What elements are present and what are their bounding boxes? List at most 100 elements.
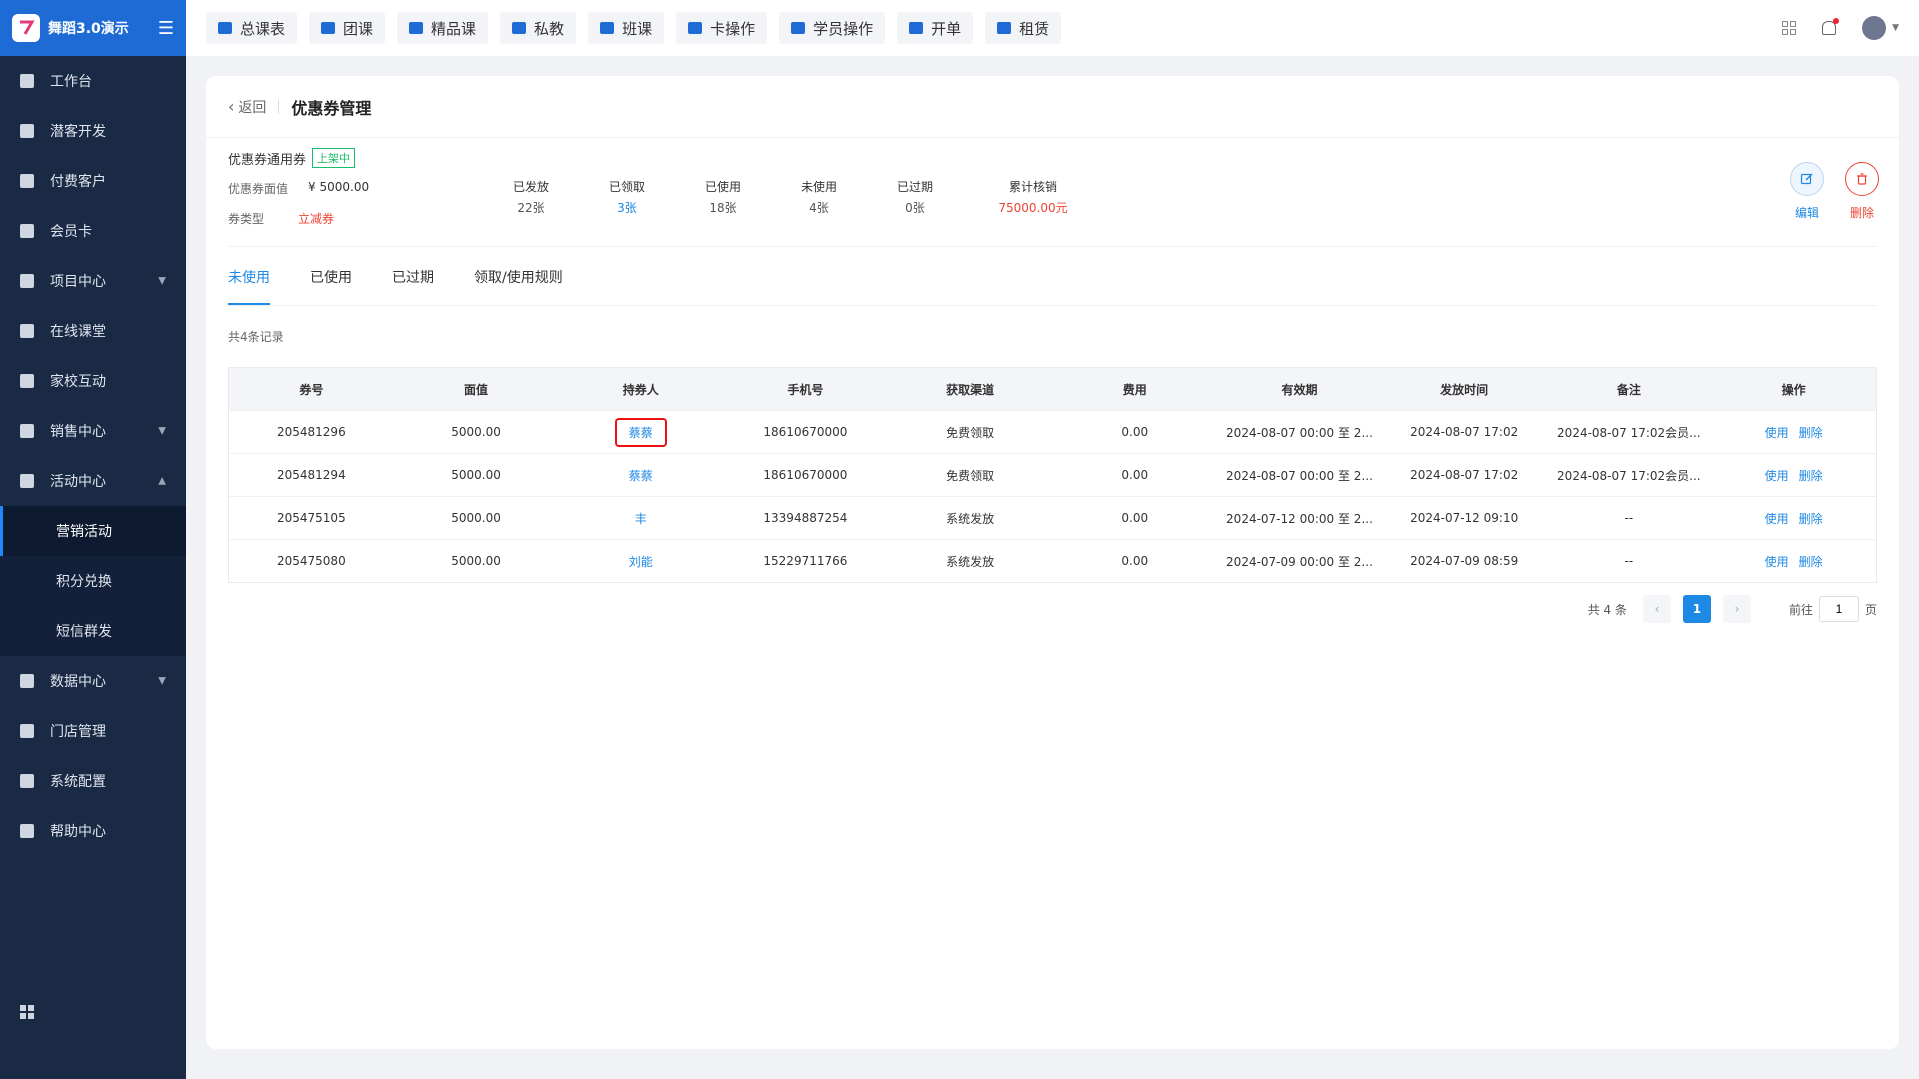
delete-link[interactable]: 删除	[1799, 512, 1823, 526]
pie-chart-icon	[20, 674, 34, 688]
cell-value: 5000.00	[393, 410, 559, 454]
cell-code: 205475105	[229, 496, 394, 540]
top-tab-label: 学员操作	[813, 19, 874, 38]
next-page-button[interactable]: ›	[1722, 595, 1751, 623]
cell-channel: 免费领取	[887, 410, 1053, 454]
stat-value[interactable]: 3张	[587, 199, 667, 216]
tab-rules[interactable]: 领取/使用规则	[474, 267, 563, 305]
column-header: 获取渠道	[887, 368, 1053, 411]
cell-value: 5000.00	[393, 539, 559, 582]
column-header: 备注	[1546, 368, 1712, 411]
delete-link[interactable]: 删除	[1799, 469, 1823, 483]
trash-icon	[1845, 162, 1879, 196]
sidebar-item-label: 付费客户	[50, 174, 106, 190]
sidebar-item-member-card[interactable]: 会员卡	[0, 206, 186, 256]
top-tab-group-class[interactable]: 团课	[309, 12, 386, 44]
sidebar-subitem-marketing[interactable]: 营销活动	[0, 506, 186, 556]
tab-used[interactable]: 已使用	[310, 267, 352, 305]
top-tab-label: 精品课	[431, 19, 477, 38]
status-badge: 上架中	[312, 148, 356, 168]
prev-page-button[interactable]: ‹	[1642, 595, 1671, 623]
building-icon	[997, 22, 1012, 34]
cell-note: 2024-08-07 17:02会员...	[1546, 453, 1712, 497]
sidebar-subitem-sms[interactable]: 短信群发	[0, 606, 186, 656]
content-panel: ‹ 返回 优惠券管理 优惠券通用券 上架中 优惠券面值 ¥ 5000.00 券类…	[206, 76, 1899, 1049]
use-link[interactable]: 使用	[1765, 512, 1789, 526]
delete-link[interactable]: 删除	[1799, 555, 1823, 569]
holder-link[interactable]: 丰	[558, 496, 724, 540]
tab-expired[interactable]: 已过期	[392, 267, 434, 305]
stat-label: 已使用	[704, 180, 741, 194]
top-bar: 总课表 团课 精品课 私教 班课 卡操作 学员操作 开单 租赁 ▼	[186, 0, 1919, 56]
cell-issued: 2024-08-07 17:02	[1381, 410, 1547, 454]
video-icon	[20, 324, 34, 338]
top-tab-student-ops[interactable]: 学员操作	[779, 12, 886, 44]
top-tab-premium-class[interactable]: 精品课	[397, 12, 489, 44]
holder-link[interactable]: 蔡蔡	[614, 417, 667, 447]
stat-value: 4张	[809, 201, 829, 215]
sidebar-item-store[interactable]: 门店管理	[0, 706, 186, 756]
cell-phone: 18610670000	[723, 453, 888, 497]
help-icon	[20, 824, 34, 838]
bell-icon[interactable]	[1822, 18, 1840, 35]
sidebar-item-paying-customers[interactable]: 付费客户	[0, 156, 186, 206]
user-menu[interactable]: ▼	[1862, 16, 1899, 40]
stat-value: 22张	[517, 201, 545, 215]
qrcode-icon[interactable]	[1782, 21, 1797, 35]
top-tab-rental[interactable]: 租赁	[985, 12, 1062, 44]
top-tab-order[interactable]: 开单	[897, 12, 974, 44]
stat-issued: 已发放 22张	[491, 178, 571, 216]
tab-unused[interactable]: 未使用	[228, 267, 270, 305]
delete-link[interactable]: 删除	[1799, 426, 1823, 440]
sidebar-item-online-class[interactable]: 在线课堂	[0, 306, 186, 356]
sidebar-item-help[interactable]: 帮助中心	[0, 806, 186, 856]
cell-fee: 0.00	[1052, 410, 1218, 454]
sidebar-item-activity-center[interactable]: 活动中心 ▲	[0, 456, 186, 506]
book-icon	[20, 374, 34, 388]
back-button[interactable]: ‹ 返回	[228, 97, 266, 117]
receipt-icon	[909, 22, 924, 34]
top-tab-class[interactable]: 班课	[588, 12, 665, 44]
top-tab-label: 租赁	[1019, 19, 1050, 38]
sidebar-item-data-center[interactable]: 数据中心 ▼	[0, 656, 186, 706]
record-count: 共4条记录	[228, 330, 284, 344]
top-tab-schedule[interactable]: 总课表	[206, 12, 298, 44]
page-number-button[interactable]: 1	[1682, 595, 1711, 623]
use-link[interactable]: 使用	[1765, 469, 1789, 483]
sidebar-item-workbench[interactable]: 工作台	[0, 56, 186, 106]
divider	[278, 99, 280, 114]
sidebar-subitem-points-exchange[interactable]: 积分兑换	[0, 556, 186, 606]
app-grid-icon[interactable]	[20, 1005, 34, 1019]
holder-link[interactable]: 刘能	[558, 539, 724, 582]
top-tab-card-ops[interactable]: 卡操作	[676, 12, 768, 44]
menu-toggle-icon[interactable]: ☰	[158, 18, 174, 39]
delete-button[interactable]: 删除	[1842, 162, 1882, 221]
chevron-up-icon: ▲	[158, 475, 166, 487]
sidebar-item-home-school[interactable]: 家校互动	[0, 356, 186, 406]
page-jumper: 前往 页	[1789, 596, 1877, 622]
cell-value: 5000.00	[393, 496, 559, 540]
holder-link[interactable]: 蔡蔡	[558, 453, 724, 497]
coupon-name-text: 优惠券通用券	[228, 152, 307, 168]
sidebar-item-sales[interactable]: 销售中心 ▼	[0, 406, 186, 456]
sidebar-item-projects[interactable]: 项目中心 ▼	[0, 256, 186, 306]
cell-validity: 2024-08-07 00:00 至 2...	[1217, 453, 1382, 497]
use-link[interactable]: 使用	[1765, 555, 1789, 569]
stat-label: 已发放	[512, 180, 549, 194]
avatar	[1862, 16, 1887, 40]
coupon-value-label: 优惠券面值	[228, 182, 289, 196]
stat-value: 18张	[709, 201, 737, 215]
cell-phone: 18610670000	[723, 410, 888, 454]
board-icon	[600, 22, 615, 34]
sidebar-item-prospects[interactable]: 潜客开发	[0, 106, 186, 156]
edit-button[interactable]: 编辑	[1787, 162, 1827, 221]
column-header: 手机号	[723, 368, 888, 411]
use-link[interactable]: 使用	[1765, 426, 1789, 440]
stat-unused: 未使用 4张	[779, 178, 859, 216]
stat-label: 累计核销	[1008, 180, 1057, 194]
sidebar-item-settings[interactable]: 系统配置	[0, 756, 186, 806]
sidebar-item-label: 活动中心	[50, 474, 106, 490]
cell-code: 205475080	[229, 539, 394, 582]
page-jump-input[interactable]	[1818, 596, 1859, 622]
top-tab-private[interactable]: 私教	[500, 12, 577, 44]
